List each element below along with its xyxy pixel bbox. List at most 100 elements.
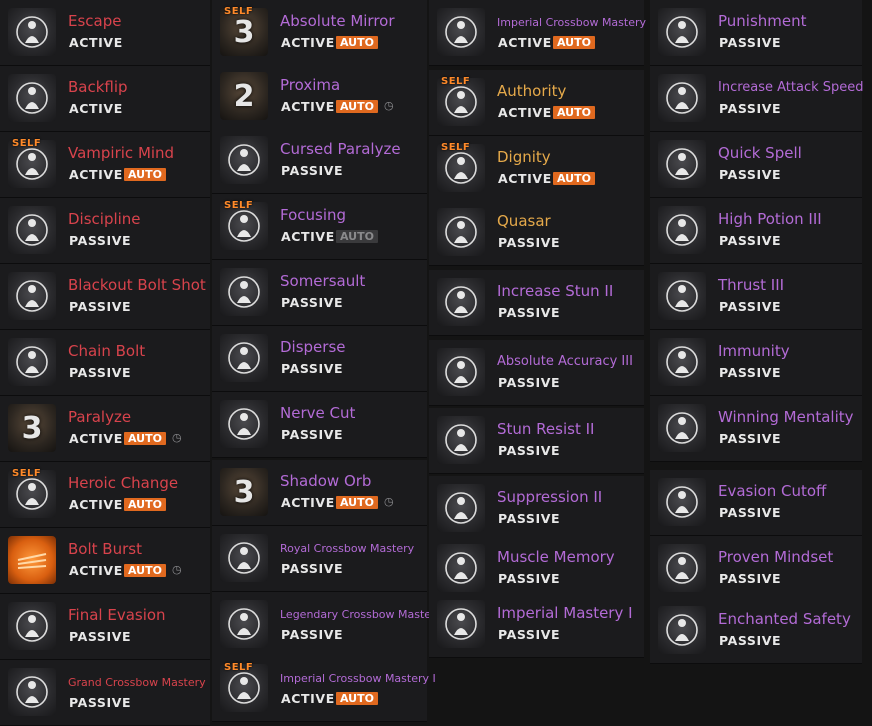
blackout-bolt-icon[interactable] [8,272,56,320]
skill-row[interactable]: Evasion Cutoff PASSIVE [650,470,862,536]
skill-row[interactable]: Backflip ACTIVE [0,66,210,132]
skill-row[interactable]: Quick Spell PASSIVE [650,132,862,198]
skill-row[interactable]: High Potion III PASSIVE [650,198,862,264]
backflip-icon[interactable] [8,74,56,122]
skill-row[interactable]: Discipline PASSIVE [0,198,210,264]
skill-row[interactable]: SELF Imperial Crossbow Mastery I ACTIVE AUT… [212,656,436,722]
auto-toggle[interactable]: AUTO [336,100,378,113]
skill-name: Imperial Mastery I [497,604,633,622]
skill-row[interactable]: Chain Bolt PASSIVE [0,330,210,396]
skill-name: Disperse [280,338,346,356]
auto-toggle[interactable]: AUTO [124,498,166,511]
thrust-icon[interactable] [658,272,706,320]
skill-row[interactable]: Stun Resist II PASSIVE [429,408,644,474]
auto-toggle[interactable]: AUTO [336,230,378,243]
skill-row[interactable]: Legendary Crossbow Mastery PASSIVE [212,592,442,658]
skill-row[interactable]: Suppression II PASSIVE [429,476,644,542]
auto-toggle[interactable]: AUTO [553,36,595,49]
nerve-cut-icon[interactable] [220,400,268,448]
proven-mindset-icon[interactable] [658,544,706,592]
skill-row[interactable]: 3 Paralyze ACTIVE AUTO ◷ [0,396,210,462]
auto-toggle[interactable]: AUTO [124,168,166,181]
skill-row[interactable]: Bolt Burst ACTIVE AUTO ◷ [0,528,210,594]
auto-toggle[interactable]: AUTO [336,496,378,509]
stun-resist-icon[interactable] [437,416,485,464]
auto-toggle[interactable]: AUTO [553,106,595,119]
chain-bolt-icon[interactable] [8,338,56,386]
final-evasion-icon[interactable] [8,602,56,650]
authority-icon[interactable]: SELF [437,76,485,126]
focusing-icon[interactable]: SELF [220,200,268,250]
skill-row[interactable]: Cursed Paralyze PASSIVE [212,128,427,194]
legendary-crossbow-icon[interactable] [220,600,268,648]
self-tag: SELF [12,468,42,479]
skill-row[interactable]: Increase Attack Speed PASSIVE [650,66,864,132]
evasion-cutoff-icon[interactable] [658,478,706,526]
skill-row[interactable]: Somersault PASSIVE [212,260,427,326]
skill-row[interactable]: Imperial Mastery I PASSIVE [429,592,644,658]
winning-mentality-icon[interactable] [658,404,706,452]
increase-stun-icon[interactable] [437,278,485,326]
heroic-change-icon[interactable]: SELF [8,468,56,518]
increase-attack-speed-icon[interactable] [658,74,706,122]
skill-row[interactable]: 2 Proxima ACTIVE AUTO ◷ [212,64,427,130]
imperial-crossbow-icon[interactable]: SELF [220,662,268,712]
skill-row[interactable]: Punishment PASSIVE [650,0,862,66]
auto-toggle[interactable]: AUTO [336,692,378,705]
skill-row[interactable]: Winning Mentality PASSIVE [650,396,862,462]
skill-row[interactable]: Imperial Crossbow Mastery II ACTIVE AUTO [429,0,656,66]
skill-row[interactable]: Increase Stun II PASSIVE [429,270,644,336]
skill-row[interactable]: Thrust III PASSIVE [650,264,862,330]
cursed-paralyze-icon[interactable] [220,136,268,184]
skill-row[interactable]: Quasar PASSIVE [429,200,644,266]
skill-row[interactable]: Absolute Accuracy III PASSIVE [429,340,644,406]
imperial-mastery-icon[interactable] [437,600,485,648]
vampiric-mind-icon[interactable]: SELF [8,138,56,188]
somersault-icon[interactable] [220,268,268,316]
skill-row[interactable]: 3 SELF Absolute Mirror ACTIVE AUTO [212,0,427,66]
paralyze-icon[interactable]: 3 [8,404,56,452]
discipline-icon[interactable] [8,206,56,254]
quick-spell-icon[interactable] [658,140,706,188]
shadow-orb-icon[interactable]: 3 [220,468,268,516]
auto-toggle[interactable]: AUTO [124,564,166,577]
grand-crossbow-icon[interactable] [8,668,56,716]
skill-row[interactable]: Nerve Cut PASSIVE [212,392,427,458]
high-potion-icon[interactable] [658,206,706,254]
suppression-icon[interactable] [437,484,485,532]
royal-crossbow-icon[interactable] [220,534,268,582]
skill-row[interactable]: Final Evasion PASSIVE [0,594,210,660]
muscle-memory-icon[interactable] [437,544,485,592]
skill-row[interactable]: Immunity PASSIVE [650,330,862,396]
quasar-icon[interactable] [437,208,485,256]
auto-toggle[interactable]: AUTO [553,172,595,185]
skill-row[interactable]: Grand Crossbow Mastery PASSIVE [0,660,210,726]
skill-row[interactable]: Royal Crossbow Mastery PASSIVE [212,526,427,592]
auto-toggle[interactable]: AUTO [336,36,378,49]
skill-row[interactable]: SELF Focusing ACTIVE AUTO [212,194,427,260]
skill-row[interactable]: Blackout Bolt Shot PASSIVE [0,264,210,330]
imperial-crossbow-ii-icon[interactable] [437,8,485,56]
dignity-icon[interactable]: SELF [437,142,485,192]
skill-row[interactable]: SELF Authority ACTIVE AUTO [429,70,644,136]
absolute-mirror-icon[interactable]: 3 SELF [220,6,268,56]
bolt-burst-icon[interactable] [8,536,56,584]
immunity-icon[interactable] [658,338,706,386]
skill-row[interactable]: Proven Mindset PASSIVE [650,536,862,602]
proxima-icon[interactable]: 2 [220,72,268,120]
skill-row[interactable]: SELF Vampiric Mind ACTIVE AUTO [0,132,210,198]
enchanted-safety-icon[interactable] [658,606,706,654]
punishment-icon[interactable] [658,8,706,56]
skill-row[interactable]: Enchanted Safety PASSIVE [650,598,862,664]
escape-icon[interactable] [8,8,56,56]
skill-row[interactable]: Escape ACTIVE [0,0,210,66]
absolute-accuracy-icon[interactable] [437,348,485,396]
disperse-icon[interactable] [220,334,268,382]
skill-glyph [666,552,698,584]
skill-row[interactable]: SELF Dignity ACTIVE AUTO [429,136,644,202]
skill-row[interactable]: SELF Heroic Change ACTIVE AUTO [0,462,210,528]
skill-row[interactable]: Disperse PASSIVE [212,326,427,392]
auto-toggle[interactable]: AUTO [124,432,166,445]
skill-row[interactable]: 3 Shadow Orb ACTIVE AUTO ◷ [212,460,427,526]
skill-glyph [16,148,48,180]
